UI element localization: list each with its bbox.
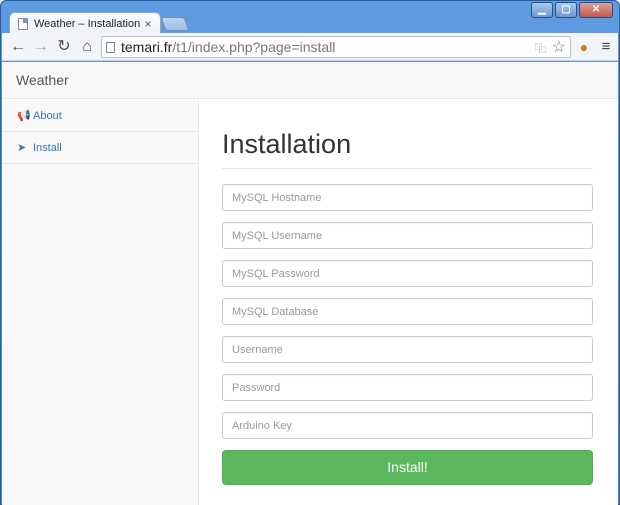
translate-icon[interactable]: ⿻ [535, 40, 546, 56]
window-controls: ▁ ▢ ✕ [531, 2, 613, 18]
page-icon [18, 17, 28, 30]
brand-link[interactable]: Weather [16, 72, 69, 88]
browser-tab[interactable]: Weather – Installation × [9, 12, 161, 34]
address-bar[interactable]: temari.fr/t1/index.php?page=install ⿻ ☆ [101, 36, 571, 58]
sidebar-item-label: Install [33, 141, 62, 154]
page-viewport: Weather 📢 About ➤ Install Installation I… [2, 62, 618, 505]
extension-icon[interactable]: ● [574, 37, 594, 57]
url-host: temari.fr [121, 39, 173, 55]
mysql-database-input[interactable] [222, 298, 593, 325]
sidebar: 📢 About ➤ Install [2, 100, 199, 505]
maximize-button[interactable]: ▢ [555, 2, 577, 18]
arduino-key-input[interactable] [222, 412, 593, 439]
forward-icon[interactable]: → [31, 37, 51, 57]
navbar: Weather [2, 62, 618, 99]
title-divider [222, 168, 593, 169]
browser-toolbar: ← → ↻ ⌂ temari.fr/t1/index.php?page=inst… [2, 33, 618, 61]
new-tab-button[interactable] [160, 17, 190, 31]
tab-title: Weather – Installation [34, 17, 141, 30]
reload-icon[interactable]: ↻ [54, 37, 74, 57]
install-button[interactable]: Install! [222, 450, 593, 485]
rocket-icon: ➤ [17, 142, 27, 154]
menu-icon[interactable]: ≡ [596, 37, 616, 57]
back-icon[interactable]: ← [8, 37, 28, 57]
page-title: Installation [222, 129, 352, 159]
sidebar-item-install[interactable]: ➤ Install [2, 132, 199, 164]
minimize-button[interactable]: ▁ [531, 2, 553, 18]
username-input[interactable] [222, 336, 593, 363]
browser-window: Weather – Installation × ▁ ▢ ✕ ← → ↻ ⌂ t… [0, 0, 620, 505]
home-icon[interactable]: ⌂ [77, 37, 97, 57]
close-window-button[interactable]: ✕ [579, 2, 613, 18]
sidebar-item-about[interactable]: 📢 About [2, 100, 199, 132]
tab-close-icon[interactable]: × [142, 17, 154, 31]
page-icon [106, 41, 115, 53]
mysql-username-input[interactable] [222, 222, 593, 249]
password-input[interactable] [222, 374, 593, 401]
title-bar: Weather – Installation × ▁ ▢ ✕ [1, 1, 619, 34]
mysql-hostname-input[interactable] [222, 184, 593, 211]
sidebar-item-label: About [33, 109, 62, 122]
bullhorn-icon: 📢 [17, 110, 31, 122]
mysql-password-input[interactable] [222, 260, 593, 287]
bookmark-star-icon[interactable]: ☆ [552, 37, 566, 57]
url-path: /t1/index.php?page=install [172, 39, 336, 55]
